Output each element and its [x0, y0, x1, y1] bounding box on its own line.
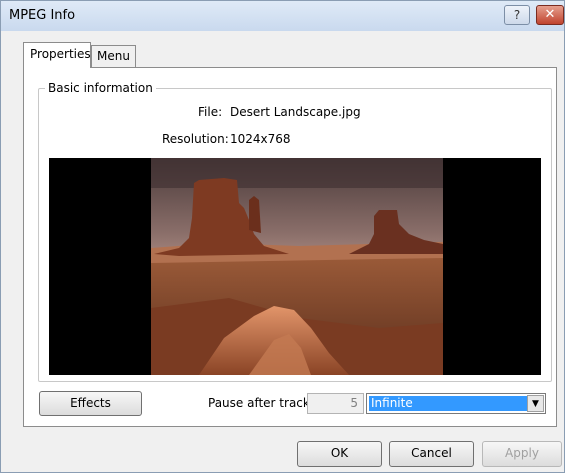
resolution-value: 1024x768 [230, 132, 291, 146]
ok-button-label: OK [330, 446, 349, 460]
basic-info-group-title: Basic information [45, 81, 156, 95]
pause-mode-select[interactable]: Infinite ▼ [366, 393, 546, 414]
desert-landscape-image [151, 158, 443, 375]
close-button[interactable]: ✕ [536, 5, 564, 25]
cancel-button[interactable]: Cancel [389, 441, 474, 467]
apply-button[interactable]: Apply [482, 441, 562, 467]
cancel-button-label: Cancel [411, 446, 452, 460]
tab-menu-label: Menu [97, 49, 130, 63]
ok-button[interactable]: OK [297, 441, 382, 467]
effects-button-label: Effects [70, 396, 111, 410]
tab-menu[interactable]: Menu [91, 45, 136, 67]
file-value: Desert Landscape.jpg [230, 105, 361, 119]
resolution-label: Resolution: [162, 132, 229, 146]
close-icon: ✕ [544, 7, 556, 22]
title-bar: MPEG Info ? ✕ [1, 1, 564, 31]
file-label: File: [198, 105, 223, 119]
window-title: MPEG Info [9, 8, 76, 23]
image-preview [49, 158, 541, 375]
pause-mode-value: Infinite [369, 396, 528, 411]
help-button[interactable]: ? [504, 5, 530, 25]
help-icon: ? [513, 8, 521, 22]
tab-properties[interactable]: Properties [23, 42, 91, 68]
apply-button-label: Apply [505, 446, 539, 460]
tab-properties-label: Properties [30, 47, 91, 61]
effects-button[interactable]: Effects [39, 391, 142, 416]
pause-after-track-input[interactable]: 5 [307, 393, 364, 414]
pause-after-track-label: Pause after track: [208, 396, 314, 410]
mpeg-info-dialog: MPEG Info ? ✕ Properties Menu Basic info… [0, 0, 565, 473]
chevron-down-icon[interactable]: ▼ [527, 395, 544, 412]
